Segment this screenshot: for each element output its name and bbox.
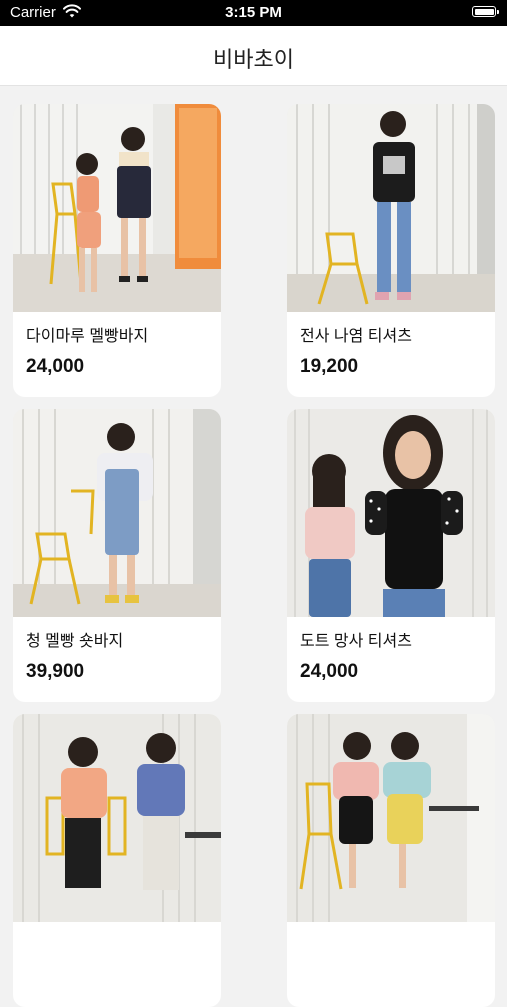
product-card[interactable]: 전사 나염 티셔츠 19,200 [287, 104, 495, 397]
product-card[interactable]: 청 멜빵 숏바지 39,900 [13, 409, 221, 702]
product-grid: 다이마루 멜빵바지 24,000 전사 나염 티셔츠 19,200 청 멜빵 숏… [0, 86, 507, 1007]
product-price: 19,200 [300, 356, 359, 377]
product-photo [13, 714, 221, 922]
status-bar: Carrier 3:15 PM [0, 0, 507, 26]
product-name: 도트 망사 티셔츠 [300, 633, 412, 650]
product-photo [287, 409, 495, 617]
page-title: 비바초이 [213, 47, 294, 72]
product-photo [287, 104, 495, 312]
product-card[interactable]: 도트 망사 티셔츠 24,000 [287, 409, 495, 702]
product-photo [13, 409, 221, 617]
product-name: 전사 나염 티셔츠 [300, 328, 412, 345]
product-card[interactable]: 다이마루 멜빵바지 24,000 [13, 104, 221, 397]
product-photo [13, 104, 221, 312]
product-photo [287, 714, 495, 922]
product-name: 청 멜빵 숏바지 [26, 633, 124, 650]
product-name: 다이마루 멜빵바지 [26, 328, 149, 345]
product-price: 24,000 [26, 356, 85, 377]
product-price: 24,000 [300, 661, 359, 682]
navigation-bar: 비바초이 [0, 26, 507, 86]
product-card[interactable] [13, 714, 221, 1007]
product-card[interactable] [287, 714, 495, 1007]
battery-icon [472, 6, 499, 17]
clock: 3:15 PM [225, 4, 282, 21]
product-price: 39,900 [26, 661, 85, 682]
